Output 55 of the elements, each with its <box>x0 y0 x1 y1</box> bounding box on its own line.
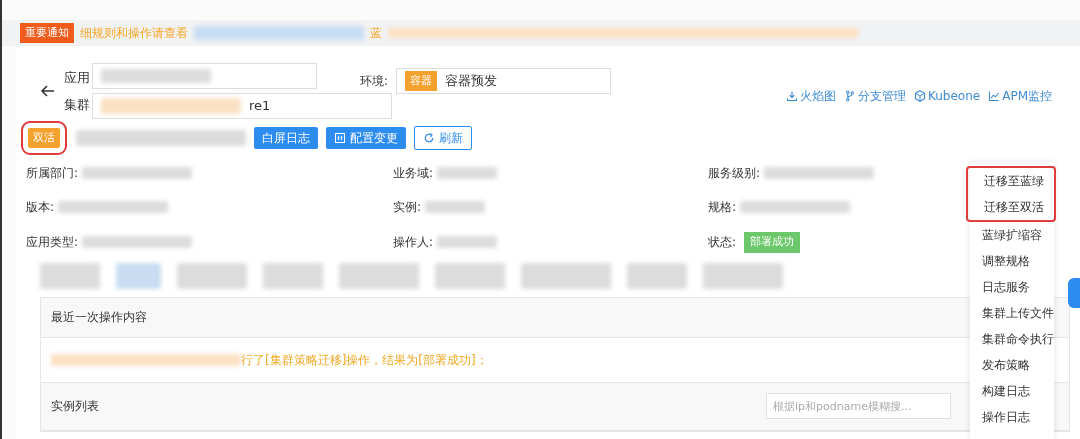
status-tag: 部署成功 <box>744 232 801 253</box>
field-label: 环境: <box>360 73 389 90</box>
info-label: 实例: <box>393 199 422 216</box>
menu-item[interactable]: 调整规格 <box>970 248 1054 274</box>
cube-icon <box>913 90 926 102</box>
field-label: 集群 <box>64 96 90 114</box>
redacted-block <box>177 262 247 289</box>
cluster-select[interactable]: re1 <box>92 93 392 119</box>
redacted-block <box>437 236 498 249</box>
env-tag: 容器 <box>405 70 438 92</box>
branch-icon <box>843 90 856 102</box>
menu-item[interactable]: 日志服务 <box>970 274 1054 300</box>
select-value: 容器预发 <box>445 72 498 91</box>
redacted-block <box>40 262 100 289</box>
action-button[interactable]: 刷新 <box>414 126 472 150</box>
menu-item[interactable]: 迁移至蓝绿 <box>972 168 1054 194</box>
menu-item[interactable]: 迁移至双活 <box>972 194 1054 220</box>
info-label: 业务域: <box>393 165 434 182</box>
info-label: 状态: <box>708 234 737 252</box>
back-arrow-icon <box>40 83 56 99</box>
toolbar-link[interactable]: Kubeone <box>913 87 981 105</box>
select-value: re1 <box>249 97 271 116</box>
info-label: 所属部门: <box>26 165 79 182</box>
redacted-block <box>116 262 161 289</box>
redacted-block <box>437 167 498 179</box>
toolbar-link[interactable]: 分支管理 <box>843 87 906 105</box>
menu-item[interactable]: 集群上传文件 <box>970 300 1054 326</box>
redacted-block <box>263 262 323 289</box>
redacted-block <box>425 201 486 213</box>
notice-badge: 重要通知 <box>20 22 74 44</box>
info-label: 应用类型: <box>26 234 79 252</box>
panel-title: 实例列表 <box>51 398 99 415</box>
redacted-block <box>627 262 687 289</box>
info-label: 操作人: <box>393 234 434 252</box>
line-chart-icon <box>988 90 1001 102</box>
operation-message: 行了[集群策略迁移]操作，结果为[部署成功]； <box>241 351 488 369</box>
info-label: 服务级别: <box>708 165 761 182</box>
toolbar-link[interactable]: 火焰图 <box>785 87 836 105</box>
field-label: 应用 <box>64 68 90 87</box>
info-label: 规格: <box>708 199 737 216</box>
env-select[interactable]: 容器 容器预发 <box>396 68 612 94</box>
menu-item[interactable]: 蓝绿扩缩容 <box>970 222 1054 248</box>
refresh-icon <box>423 132 435 144</box>
menu-item[interactable]: 发布策略 <box>970 352 1054 378</box>
notice-text: 蓝 <box>370 25 382 42</box>
search-field[interactable]: 根据ip和podname模糊搜... <box>766 393 951 419</box>
menu-item[interactable]: 集群命令执行 <box>970 326 1054 352</box>
config-icon <box>334 132 346 144</box>
toolbar-link[interactable]: APM监控 <box>988 87 1052 105</box>
info-label: 版本: <box>26 199 55 216</box>
redacted-block <box>435 262 505 289</box>
notice-text: 细规则和操作请查看 <box>80 25 188 42</box>
menu-item[interactable]: 操作日志 <box>970 404 1054 430</box>
download-icon <box>785 90 798 102</box>
menu-item[interactable]: 构建日志 <box>970 378 1054 404</box>
